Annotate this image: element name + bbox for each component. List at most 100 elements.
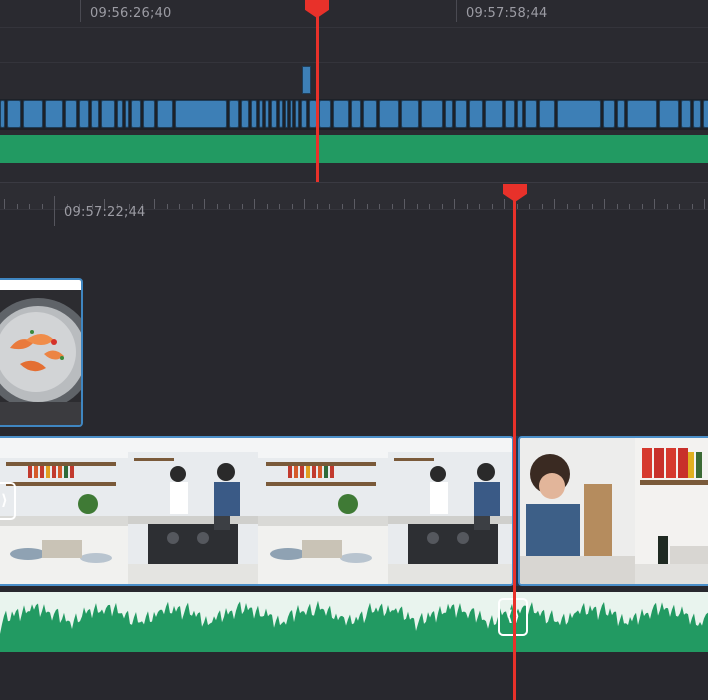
mini-clip-segment[interactable] <box>301 100 307 128</box>
mini-clip-segment[interactable] <box>525 100 537 128</box>
ruler-tick <box>456 0 457 22</box>
ruler-tick <box>704 199 705 209</box>
upper-playhead-line[interactable] <box>316 0 319 184</box>
mini-clip-segment[interactable] <box>659 100 679 128</box>
mini-clip-segment[interactable] <box>319 100 331 128</box>
mini-clip-segment[interactable] <box>333 100 349 128</box>
ruler-tick <box>267 204 268 209</box>
ruler-tick <box>317 204 318 209</box>
v1-clip-chef[interactable] <box>518 436 708 586</box>
trim-handle-icon[interactable]: ⟨⟩ <box>0 482 16 520</box>
chef-filmstrip <box>520 438 708 584</box>
mini-clip-segment[interactable] <box>351 100 361 128</box>
ruler-tick <box>217 204 218 209</box>
mini-clip-segment[interactable] <box>421 100 443 128</box>
ruler-tick <box>679 204 680 209</box>
ruler-tick <box>154 199 155 209</box>
ruler-tick <box>329 204 330 209</box>
mini-clip-segment[interactable] <box>681 100 691 128</box>
ruler-tick <box>17 204 18 209</box>
mini-clip-segment[interactable] <box>79 100 89 128</box>
mini-clip-segment[interactable] <box>91 100 99 128</box>
ruler-tick <box>604 199 605 209</box>
ruler-tick <box>667 204 668 209</box>
mini-clip-segment[interactable] <box>241 100 249 128</box>
ruler-tick <box>367 204 368 209</box>
mini-clip-segment[interactable] <box>517 100 523 128</box>
mini-clip-segment[interactable] <box>703 100 708 128</box>
mini-clip-segment[interactable] <box>117 100 123 128</box>
kitchen-filmstrip <box>0 438 512 584</box>
mini-clip-segment[interactable] <box>45 100 63 128</box>
ruler-tick <box>304 199 305 209</box>
v2-clip-shrimp[interactable] <box>0 278 83 427</box>
v1-clip-kitchen[interactable] <box>0 436 514 586</box>
mini-clip-segment[interactable] <box>157 100 173 128</box>
ruler-major-tick <box>54 196 55 226</box>
audio-waveform <box>0 600 708 652</box>
ruler-tick <box>292 204 293 209</box>
mini-clip-segment[interactable] <box>229 100 239 128</box>
ruler-tick <box>442 204 443 209</box>
mini-clip-segment[interactable] <box>627 100 657 128</box>
audio-track-a1[interactable] <box>0 592 708 652</box>
mini-clip-segment[interactable] <box>469 100 483 128</box>
mini-clip-segment[interactable] <box>125 100 129 128</box>
mini-clip-segment[interactable] <box>175 100 227 128</box>
ruler-tick <box>167 204 168 209</box>
ruler-tick <box>504 199 505 209</box>
track-divider <box>0 62 708 63</box>
ruler-tick <box>404 199 405 209</box>
ruler-tick <box>692 204 693 209</box>
mini-clip-segment[interactable] <box>485 100 503 128</box>
ruler-tick <box>229 204 230 209</box>
mini-clip-segment[interactable] <box>401 100 419 128</box>
mini-clip-segment[interactable] <box>290 100 293 128</box>
mini-clip-segment[interactable] <box>445 100 453 128</box>
ruler-tick <box>254 199 255 209</box>
mini-clip-segment[interactable] <box>101 100 115 128</box>
ruler-tick <box>179 204 180 209</box>
ruler-tick <box>242 204 243 209</box>
mini-clip-segment[interactable] <box>265 100 269 128</box>
mini-clip-segment[interactable] <box>603 100 615 128</box>
mini-clip-segment[interactable] <box>539 100 555 128</box>
ruler-tick <box>529 204 530 209</box>
mini-clip-segment[interactable] <box>65 100 77 128</box>
ruler-tick <box>204 199 205 209</box>
mini-clip-segment[interactable] <box>363 100 377 128</box>
ruler-tick <box>354 199 355 209</box>
mini-clip-segment[interactable] <box>295 100 299 128</box>
mini-clip-segment[interactable] <box>271 100 277 128</box>
ruler-tick <box>429 204 430 209</box>
mini-clip-segment[interactable] <box>259 100 263 128</box>
mini-clip-segment[interactable] <box>7 100 21 128</box>
ruler-tick <box>642 204 643 209</box>
mini-clip-segment[interactable] <box>143 100 155 128</box>
mini-clip-segment[interactable] <box>617 100 625 128</box>
ruler-tick <box>592 204 593 209</box>
lower-playhead-line[interactable] <box>513 184 516 700</box>
ruler-tick <box>654 199 655 209</box>
mini-clip-segment[interactable] <box>23 100 43 128</box>
mini-clip-segment[interactable] <box>455 100 467 128</box>
ruler-tick <box>617 204 618 209</box>
mini-clip-segment[interactable] <box>285 100 288 128</box>
mini-audio-track[interactable] <box>0 135 708 163</box>
video-track-v1[interactable] <box>0 436 708 586</box>
mini-clip-segment[interactable] <box>0 100 5 128</box>
ruler-tick <box>542 204 543 209</box>
lower-timecode: 09:57:22;44 <box>64 205 146 220</box>
mini-title-clip[interactable] <box>302 66 311 94</box>
mini-clip-segment[interactable] <box>131 100 141 128</box>
mini-clip-segment[interactable] <box>505 100 515 128</box>
shrimp-thumbnail <box>0 280 81 425</box>
mini-clip-segment[interactable] <box>557 100 601 128</box>
mini-clip-segment[interactable] <box>693 100 701 128</box>
ruler-tick <box>379 204 380 209</box>
mini-video-track[interactable] <box>0 99 708 130</box>
mini-clip-segment[interactable] <box>279 100 283 128</box>
mini-clip-segment[interactable] <box>379 100 399 128</box>
ruler-tick <box>454 199 455 209</box>
mini-clip-segment[interactable] <box>251 100 257 128</box>
